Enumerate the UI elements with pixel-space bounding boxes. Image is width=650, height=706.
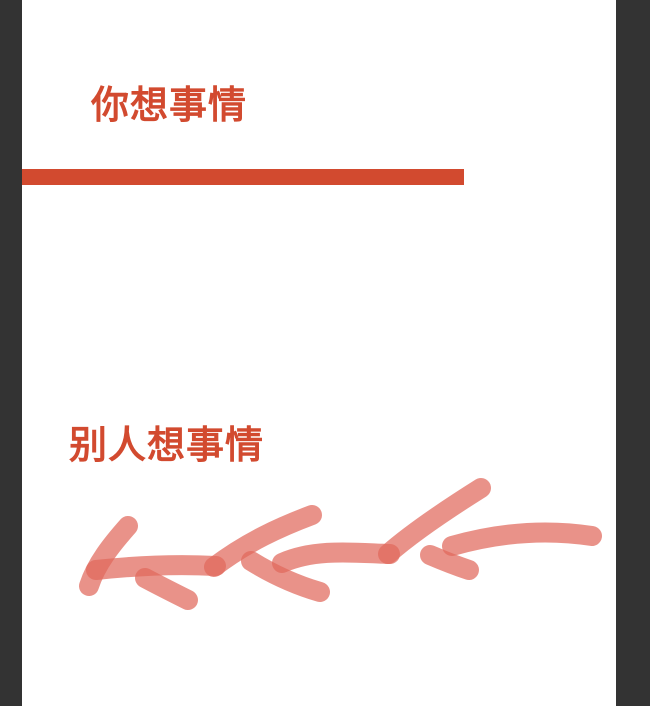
accent-divider-bar: [22, 169, 464, 185]
top-heading: 你想事情: [91, 83, 248, 127]
slide-canvas: 你想事情 别人想事情: [22, 0, 616, 706]
bottom-heading: 别人想事情: [69, 423, 265, 467]
